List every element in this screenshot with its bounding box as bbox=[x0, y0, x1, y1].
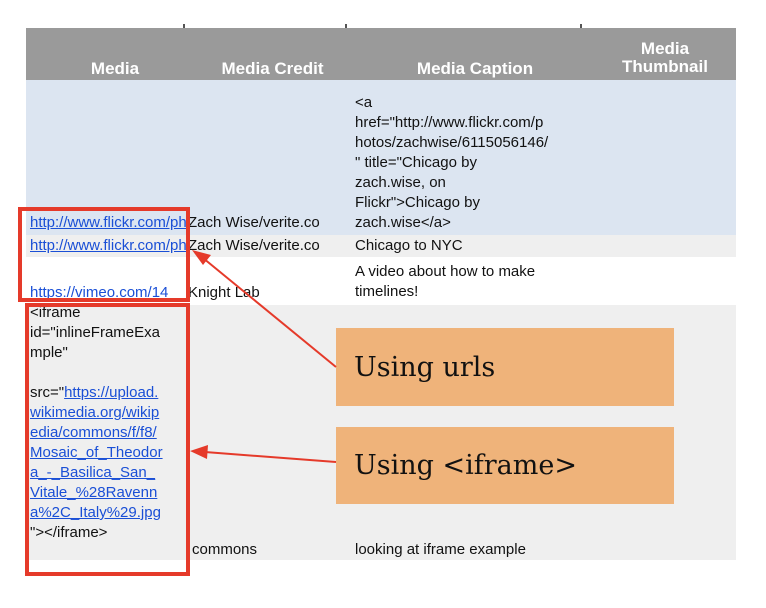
spreadsheet: Media Media Credit Media Caption Media T… bbox=[0, 0, 766, 608]
annotation-arrows bbox=[190, 250, 337, 463]
arrow-iframe-line bbox=[204, 451, 337, 463]
arrow-urls-line bbox=[202, 257, 337, 368]
arrow-iframe-head bbox=[190, 445, 208, 459]
